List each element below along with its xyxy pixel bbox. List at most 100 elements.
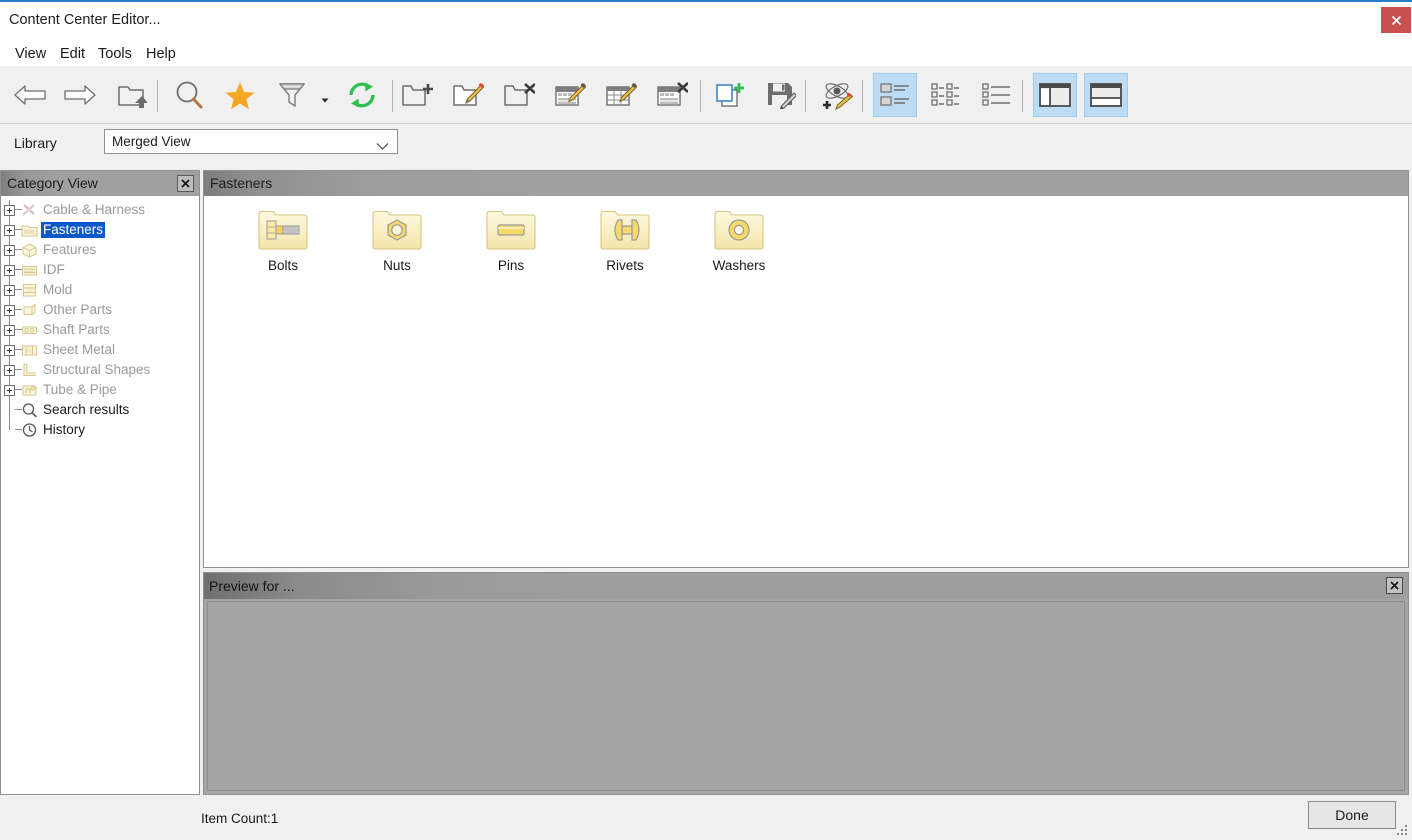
toolbar-button-layout-horizontal[interactable] xyxy=(1084,73,1128,117)
view-compact-icon xyxy=(982,82,1012,108)
tree-item-history[interactable]: History xyxy=(1,420,199,440)
library-select-value: Merged View xyxy=(112,134,191,149)
preview-close-button[interactable] xyxy=(1386,577,1403,594)
structural-shapes-icon xyxy=(21,362,38,378)
tree-expand-icon[interactable] xyxy=(4,205,15,216)
content-panel-title: Fasteners xyxy=(210,175,273,191)
tree-item-mold[interactable]: Mold xyxy=(1,280,199,300)
copy-add-icon xyxy=(715,81,745,109)
close-icon xyxy=(1391,15,1401,25)
status-bar: Item Count:1 xyxy=(0,797,1412,840)
category-view-panel: Category View Cable & Harness Fasteners Fe… xyxy=(0,170,200,795)
menu-bar: View Edit Tools Help xyxy=(0,40,1412,66)
tree-expand-icon[interactable] xyxy=(4,365,15,376)
toolbar-separator xyxy=(805,80,806,112)
chevron-down-icon xyxy=(376,138,389,156)
toolbar-button-delete-family[interactable] xyxy=(650,73,694,117)
tree-item-label: Cable & Harness xyxy=(43,202,146,217)
mold-icon xyxy=(21,282,38,298)
category-tree: Cable & Harness Fasteners Features IDF Mold O… xyxy=(1,196,199,794)
tree-item-label: Search results xyxy=(43,402,130,417)
filter-dropdown-arrow[interactable] xyxy=(320,92,330,103)
preview-panel: Preview for ... xyxy=(203,572,1409,795)
tree-item-sheet-metal[interactable]: Sheet Metal xyxy=(1,340,199,360)
toolbar-button-view-list[interactable] xyxy=(924,73,968,117)
preview-panel-title: Preview for ... xyxy=(209,578,295,594)
tree-expand-icon[interactable] xyxy=(4,245,15,256)
toolbar xyxy=(0,68,1412,124)
tree-connector xyxy=(9,420,10,430)
tree-expand-icon[interactable] xyxy=(4,225,15,236)
tree-item-other-parts[interactable]: Other Parts xyxy=(1,300,199,320)
toolbar-button-new-category[interactable] xyxy=(395,73,439,117)
tree-item-idf[interactable]: IDF xyxy=(1,260,199,280)
grid-item-rivets[interactable]: Rivets xyxy=(568,206,682,284)
search-icon xyxy=(174,80,204,110)
resize-grip[interactable] xyxy=(1396,824,1409,837)
toolbar-button-publish-part[interactable] xyxy=(815,73,859,117)
toolbar-button-edit-family[interactable] xyxy=(599,73,643,117)
tree-item-label: IDF xyxy=(43,262,65,277)
toolbar-button-new-family[interactable] xyxy=(548,73,592,117)
toolbar-button-back[interactable] xyxy=(8,73,52,117)
menu-item-edit[interactable]: Edit xyxy=(54,44,91,64)
tree-item-search-results[interactable]: Search results xyxy=(1,400,199,420)
toolbar-button-refresh[interactable] xyxy=(340,73,384,117)
tree-item-cable-harness[interactable]: Cable & Harness xyxy=(1,200,199,220)
save-edit-icon xyxy=(766,81,796,109)
tree-expand-icon[interactable] xyxy=(4,265,15,276)
features-icon xyxy=(21,242,38,258)
toolbar-button-filter[interactable] xyxy=(270,73,314,117)
toolbar-button-view-details[interactable] xyxy=(873,73,917,117)
menu-item-view[interactable]: View xyxy=(9,44,52,64)
tree-item-structural-shapes[interactable]: Structural Shapes xyxy=(1,360,199,380)
tree-item-tube-pipe[interactable]: Tube & Pipe xyxy=(1,380,199,400)
chevron-down-icon xyxy=(321,98,329,103)
clock-icon xyxy=(21,422,38,438)
grid-item-washers[interactable]: Washers xyxy=(682,206,796,284)
toolbar-button-layout-vertical[interactable] xyxy=(1033,73,1077,117)
window-title: Content Center Editor... xyxy=(9,12,161,28)
menu-item-help[interactable]: Help xyxy=(140,44,182,64)
tree-expand-icon[interactable] xyxy=(4,345,15,356)
tree-item-label: History xyxy=(43,422,86,437)
filter-icon xyxy=(278,81,306,109)
toolbar-button-delete-category[interactable] xyxy=(497,73,541,117)
tube-pipe-icon xyxy=(21,382,38,398)
toolbar-button-copy-family[interactable] xyxy=(708,73,752,117)
library-label: Library xyxy=(14,135,57,151)
toolbar-separator xyxy=(862,80,863,112)
tree-expand-icon[interactable] xyxy=(4,285,15,296)
close-icon xyxy=(181,179,190,188)
toolbar-button-favorites[interactable] xyxy=(218,73,262,117)
grid-item-label: Rivets xyxy=(606,258,644,273)
grid-item-bolts[interactable]: Bolts xyxy=(226,206,340,284)
folder-up-icon xyxy=(117,81,147,109)
toolbar-button-save-family[interactable] xyxy=(759,73,803,117)
tree-item-shaft-parts[interactable]: Shaft Parts xyxy=(1,320,199,340)
menu-item-tools[interactable]: Tools xyxy=(92,44,138,64)
grid-item-pins[interactable]: Pins xyxy=(454,206,568,284)
toolbar-button-edit-category[interactable] xyxy=(446,73,490,117)
category-view-close-button[interactable] xyxy=(177,175,194,192)
toolbar-button-up-one-level[interactable] xyxy=(110,73,154,117)
tree-expand-icon[interactable] xyxy=(4,325,15,336)
library-select[interactable]: Merged View xyxy=(104,129,398,154)
category-view-header: Category View xyxy=(1,171,199,196)
tree-item-features[interactable]: Features xyxy=(1,240,199,260)
tree-item-fasteners[interactable]: Fasteners xyxy=(1,220,199,240)
content-center-editor-window: Content Center Editor... View Edit Tools He… xyxy=(0,0,1412,840)
grid-item-label: Washers xyxy=(712,258,766,273)
grid-item-nuts[interactable]: Nuts xyxy=(340,206,454,284)
done-button[interactable]: Done xyxy=(1308,801,1396,829)
shaft-parts-icon xyxy=(21,322,38,338)
folder-rivet-icon xyxy=(598,206,652,254)
tree-item-label: Mold xyxy=(43,282,73,297)
tree-expand-icon[interactable] xyxy=(4,305,15,316)
tree-expand-icon[interactable] xyxy=(4,385,15,396)
toolbar-button-search[interactable] xyxy=(167,73,211,117)
layout-horizontal-icon xyxy=(1090,82,1122,108)
toolbar-button-forward[interactable] xyxy=(58,73,102,117)
window-close-button[interactable] xyxy=(1381,7,1411,33)
toolbar-button-view-compact[interactable] xyxy=(975,73,1019,117)
